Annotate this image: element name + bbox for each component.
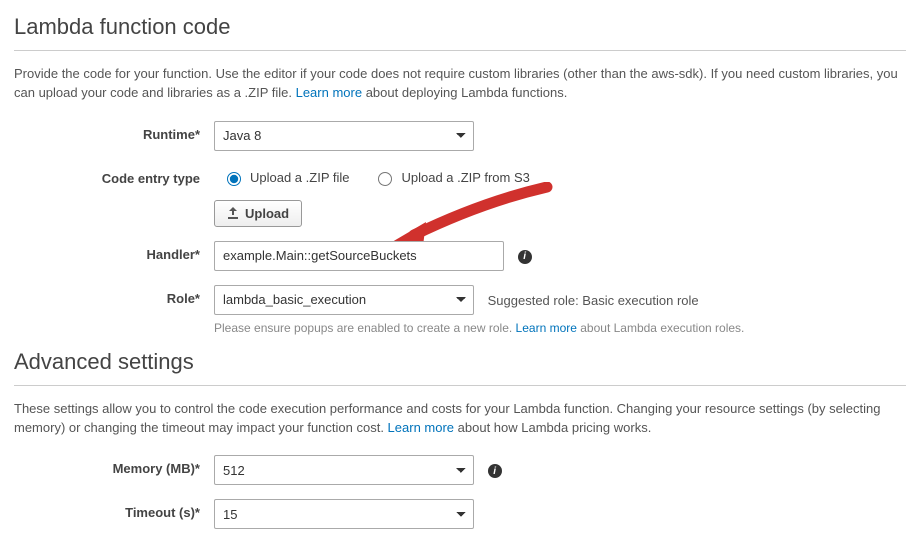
section-title-advanced: Advanced settings — [14, 349, 906, 381]
upload-icon — [227, 207, 239, 219]
timeout-label: Timeout (s)* — [14, 499, 214, 520]
radio-upload-s3-input[interactable] — [378, 172, 392, 186]
upload-button[interactable]: Upload — [214, 200, 302, 227]
info-icon[interactable]: i — [488, 464, 502, 478]
radio-upload-s3[interactable]: Upload a .ZIP from S3 — [373, 169, 529, 186]
handler-input[interactable] — [214, 241, 504, 271]
role-hint: Please ensure popups are enabled to crea… — [214, 321, 906, 335]
upload-button-label: Upload — [245, 206, 289, 221]
section-title-lambda-code: Lambda function code — [14, 14, 906, 46]
role-select[interactable]: lambda_basic_execution — [214, 285, 474, 315]
learn-more-link-adv[interactable]: Learn more — [388, 420, 454, 435]
role-suggested-text: Suggested role: Basic execution role — [488, 293, 699, 308]
learn-more-link[interactable]: Learn more — [296, 85, 362, 100]
role-hint-before: Please ensure popups are enabled to crea… — [214, 321, 516, 335]
divider — [14, 385, 906, 386]
role-hint-link[interactable]: Learn more — [516, 321, 577, 335]
advanced-description: These settings allow you to control the … — [14, 400, 906, 438]
radio-upload-zip-label: Upload a .ZIP file — [250, 170, 349, 185]
radio-upload-zip-input[interactable] — [227, 172, 241, 186]
adv-desc-after: about how Lambda pricing works. — [454, 420, 651, 435]
role-label: Role* — [14, 285, 214, 306]
code-entry-type-label: Code entry type — [14, 165, 214, 186]
runtime-select[interactable]: Java 8 — [214, 121, 474, 151]
memory-label: Memory (MB)* — [14, 455, 214, 476]
timeout-select[interactable]: 15 — [214, 499, 474, 529]
radio-upload-s3-label: Upload a .ZIP from S3 — [401, 170, 529, 185]
handler-label: Handler* — [14, 241, 214, 262]
memory-select[interactable]: 512 — [214, 455, 474, 485]
runtime-label: Runtime* — [14, 121, 214, 142]
info-icon[interactable]: i — [518, 250, 532, 264]
role-hint-after: about Lambda execution roles. — [577, 321, 744, 335]
radio-upload-zip[interactable]: Upload a .ZIP file — [222, 169, 349, 186]
desc-text-after: about deploying Lambda functions. — [362, 85, 567, 100]
divider — [14, 50, 906, 51]
section-description: Provide the code for your function. Use … — [14, 65, 906, 103]
